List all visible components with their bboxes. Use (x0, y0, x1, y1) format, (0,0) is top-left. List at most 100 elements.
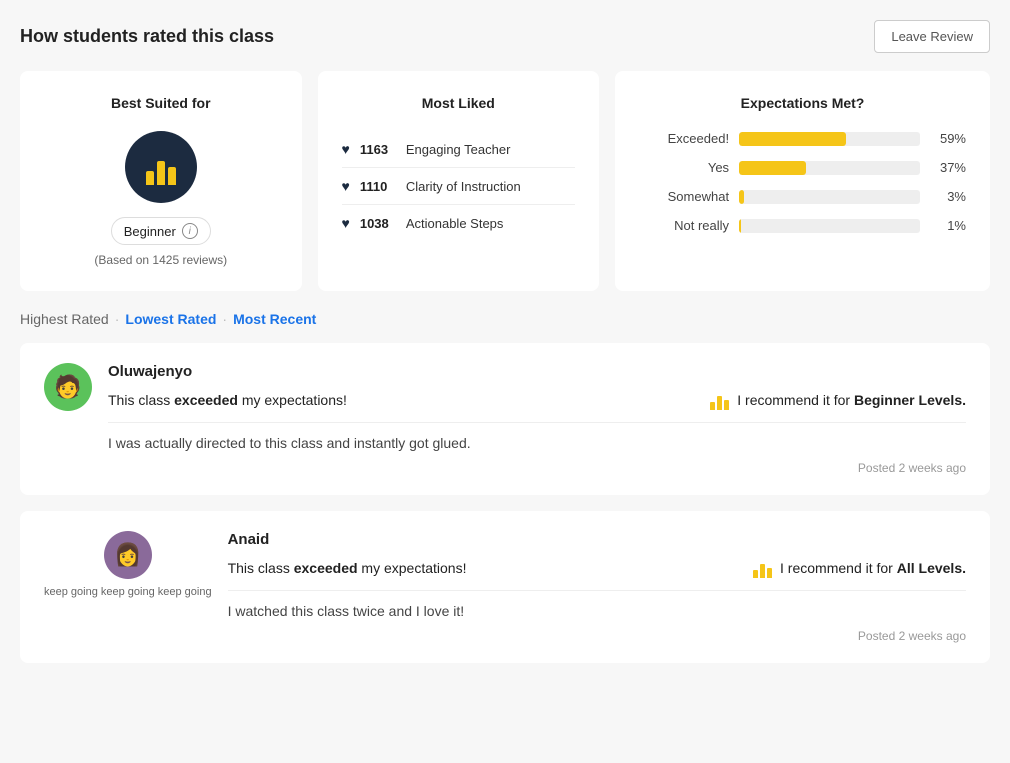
avatar-image-2: 👩 (104, 531, 152, 579)
review-1-exp-suffix: my expectations! (238, 392, 347, 408)
divider-2 (228, 590, 966, 591)
heart-icon-3: ♥ (342, 215, 350, 231)
best-suited-card: Best Suited for Beginner i (Based on 142… (20, 71, 302, 291)
review-1-body: Oluwajenyo This class exceeded my expect… (108, 363, 966, 475)
beginner-label: Beginner (124, 224, 176, 239)
beginner-badge: Beginner i (111, 217, 211, 245)
review-2-header: 👩 keep going keep going keep going Anaid… (44, 531, 966, 643)
review-1-recommend: I recommend it for Beginner Levels. (710, 390, 966, 410)
exp-bar-container-exceeded (739, 132, 920, 146)
recommend-text-1: I recommend it for Beginner Levels. (737, 392, 966, 408)
exp-label-exceeded: Exceeded! (639, 131, 729, 146)
exp-bar-container-somewhat (739, 190, 920, 204)
exp-bar-container-yes (739, 161, 920, 175)
exp-pct-notreally: 1% (930, 218, 966, 233)
bar-icon-b1 (710, 402, 715, 410)
tab-lowest-rated[interactable]: Lowest Rated (125, 311, 216, 327)
review-2-timestamp: Posted 2 weeks ago (228, 629, 966, 643)
exp-pct-somewhat: 3% (930, 189, 966, 204)
exp-label-somewhat: Somewhat (639, 189, 729, 204)
list-item: ♥ 1163 Engaging Teacher (342, 131, 576, 168)
review-2-exp-prefix: This class (228, 560, 294, 576)
review-1-exp-bold: exceeded (174, 392, 238, 408)
exp-label-notreally: Not really (639, 218, 729, 233)
reviewer-sub-2: keep going keep going keep going (44, 585, 212, 599)
exp-bar-somewhat (739, 190, 744, 204)
review-2-recommend: I recommend it for All Levels. (753, 558, 966, 578)
exp-row-notreally: Not really 1% (639, 218, 966, 233)
review-card-2: 👩 keep going keep going keep going Anaid… (20, 511, 990, 663)
bar-chart-icon (146, 149, 176, 185)
liked-count-2: 1110 (360, 179, 396, 194)
recommend-icon-2 (753, 558, 772, 578)
section-title: How students rated this class (20, 26, 274, 47)
bar-icon-2-b1 (753, 570, 758, 578)
expectations-card: Expectations Met? Exceeded! 59% Yes 37% … (615, 71, 990, 291)
cards-row: Best Suited for Beginner i (Based on 142… (20, 71, 990, 291)
review-2-body: Anaid This class exceeded my expectation… (228, 531, 966, 643)
bar-1 (146, 171, 154, 185)
list-item: ♥ 1038 Actionable Steps (342, 205, 576, 241)
tab-highest-rated[interactable]: Highest Rated (20, 311, 109, 327)
exp-row-exceeded: Exceeded! 59% (639, 131, 966, 146)
liked-label-2: Clarity of Instruction (406, 179, 521, 194)
tab-most-recent[interactable]: Most Recent (233, 311, 316, 327)
recommend-bold-2: All Levels. (897, 560, 966, 576)
separator-1: · (115, 311, 120, 327)
bar-icon-2-b3 (767, 568, 772, 578)
exp-bar-exceeded (739, 132, 846, 146)
list-item: ♥ 1110 Clarity of Instruction (342, 168, 576, 205)
most-liked-title: Most Liked (342, 95, 576, 111)
exp-row-somewhat: Somewhat 3% (639, 189, 966, 204)
expectations-title: Expectations Met? (639, 95, 966, 111)
review-1-text: I was actually directed to this class an… (108, 435, 966, 451)
heart-icon-1: ♥ (342, 141, 350, 157)
recommend-bold-1: Beginner Levels. (854, 392, 966, 408)
review-1-timestamp: Posted 2 weeks ago (108, 461, 966, 475)
avatar-image-1: 🧑 (44, 363, 92, 411)
review-2-expectation: This class exceeded my expectations! (228, 560, 467, 576)
liked-count-3: 1038 (360, 216, 396, 231)
best-suited-inner: Beginner i (Based on 1425 reviews) (44, 131, 278, 267)
most-liked-card: Most Liked ♥ 1163 Engaging Teacher ♥ 111… (318, 71, 600, 291)
exp-pct-exceeded: 59% (930, 131, 966, 146)
best-suited-icon (125, 131, 197, 203)
reviewer-avatar-1: 🧑 (44, 363, 92, 411)
review-1-exp-prefix: This class (108, 392, 174, 408)
rating-tabs: Highest Rated · Lowest Rated · Most Rece… (20, 311, 990, 327)
best-suited-subtitle: (Based on 1425 reviews) (94, 253, 227, 267)
review-2-exp-bold: exceeded (294, 560, 358, 576)
liked-label-3: Actionable Steps (406, 216, 504, 231)
exp-bar-notreally (739, 219, 741, 233)
info-icon: i (182, 223, 198, 239)
exp-bar-container-notreally (739, 219, 920, 233)
bar-icon-b2 (717, 396, 722, 410)
heart-icon-2: ♥ (342, 178, 350, 194)
bar-3 (168, 167, 176, 185)
review-card-1: 🧑 Oluwajenyo This class exceeded my expe… (20, 343, 990, 495)
separator-2: · (222, 311, 227, 327)
review-1-header: 🧑 Oluwajenyo This class exceeded my expe… (44, 363, 966, 475)
section-header: How students rated this class Leave Revi… (20, 20, 990, 53)
liked-count-1: 1163 (360, 142, 396, 157)
recommend-icon-1 (710, 390, 729, 410)
exp-bar-yes (739, 161, 806, 175)
bar-icon-2-b2 (760, 564, 765, 578)
exp-row-yes: Yes 37% (639, 160, 966, 175)
review-1-toprow: This class exceeded my expectations! I r… (108, 390, 966, 410)
reviewer-name-2: Anaid (228, 531, 966, 548)
exp-pct-yes: 37% (930, 160, 966, 175)
recommend-text-2: I recommend it for All Levels. (780, 560, 966, 576)
review-2-toprow: This class exceeded my expectations! I r… (228, 558, 966, 578)
review-2-exp-suffix: my expectations! (358, 560, 467, 576)
review-2-text: I watched this class twice and I love it… (228, 603, 966, 619)
leave-review-button[interactable]: Leave Review (874, 20, 990, 53)
reviewer-name-1: Oluwajenyo (108, 363, 966, 380)
bar-2 (157, 161, 165, 185)
best-suited-title: Best Suited for (44, 95, 278, 111)
most-liked-list: ♥ 1163 Engaging Teacher ♥ 1110 Clarity o… (342, 131, 576, 241)
liked-label-1: Engaging Teacher (406, 142, 511, 157)
review-1-expectation: This class exceeded my expectations! (108, 392, 347, 408)
reviewer-avatar-2: 👩 keep going keep going keep going (44, 531, 212, 599)
bar-icon-b3 (724, 400, 729, 410)
